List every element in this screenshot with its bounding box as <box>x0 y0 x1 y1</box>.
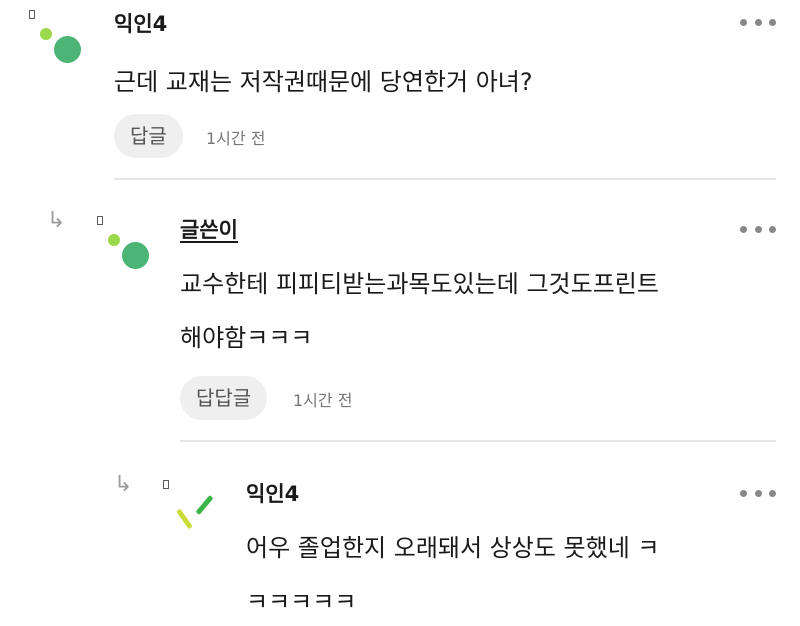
comment-timestamp: 1시간 전 <box>293 391 353 410</box>
reply-button[interactable]: 답글 <box>114 114 183 158</box>
comment-text: 근데 교재는 저작권때문에 당연한거 아녀? <box>114 55 533 109</box>
more-options-icon <box>740 225 747 233</box>
more-options-icon <box>754 18 762 26</box>
reply-arrow-icon: ↳ <box>47 208 66 233</box>
comment-author[interactable]: 익인4 <box>246 484 299 505</box>
reply-arrow-icon: ↳ <box>114 472 133 497</box>
comment-text: 어우 졸업한지 오래돼서 상상도 못했네 ㅋ ㅋㅋㅋㅋㅋ <box>246 521 660 626</box>
comment-thread: 익인4 근데 교재는 저작권때문에 당연한거 아녀? 답글 1시간 전 ↳ 글쓴… <box>0 0 800 626</box>
avatar[interactable] <box>162 476 232 546</box>
comment-text-line: 근데 교재는 저작권때문에 당연한거 아녀? <box>114 68 533 96</box>
comment-text-line: 어우 졸업한지 오래돼서 상상도 못했네 ㅋ <box>246 534 660 562</box>
comment-text-line: ㅋㅋㅋㅋㅋ <box>246 588 357 616</box>
more-options-icon <box>740 489 747 497</box>
avatar[interactable] <box>28 6 98 76</box>
more-options-button[interactable] <box>740 486 776 500</box>
comment-timestamp: 1시간 전 <box>206 129 266 148</box>
more-options-icon <box>740 18 747 26</box>
reply-button[interactable]: 답답글 <box>180 376 268 420</box>
more-options-icon <box>754 489 762 497</box>
more-options-button[interactable] <box>740 222 776 236</box>
more-options-icon <box>754 225 762 233</box>
more-options-button[interactable] <box>740 15 776 29</box>
comment-author[interactable]: 익인4 <box>114 14 167 35</box>
divider <box>180 440 776 442</box>
comment-author[interactable]: 글쓴이 <box>180 220 238 241</box>
divider <box>114 178 776 180</box>
comment-text-line: 해야함ㅋㅋㅋ <box>180 324 313 352</box>
more-options-icon <box>769 225 776 233</box>
comment: 익인4 근데 교재는 저작권때문에 당연한거 아녀? 답글 1시간 전 <box>0 0 800 180</box>
reply-comment: ↳ 글쓴이 교수한테 피피티받는과목도있는데 그것도프린트 해야함ㅋㅋㅋ 답답글… <box>0 182 800 442</box>
comment-text: 교수한테 피피티받는과목도있는데 그것도프린트 해야함ㅋㅋㅋ <box>180 257 659 365</box>
avatar[interactable] <box>96 212 166 282</box>
more-options-icon <box>769 18 776 26</box>
more-options-icon <box>769 489 776 497</box>
comment-text-line: 교수한테 피피티받는과목도있는데 그것도프린트 <box>180 270 659 298</box>
reply-comment: ↳ 익인4 어우 졸업한지 오래돼서 상상도 못했네 ㅋ ㅋㅋㅋㅋㅋ <box>0 444 800 626</box>
